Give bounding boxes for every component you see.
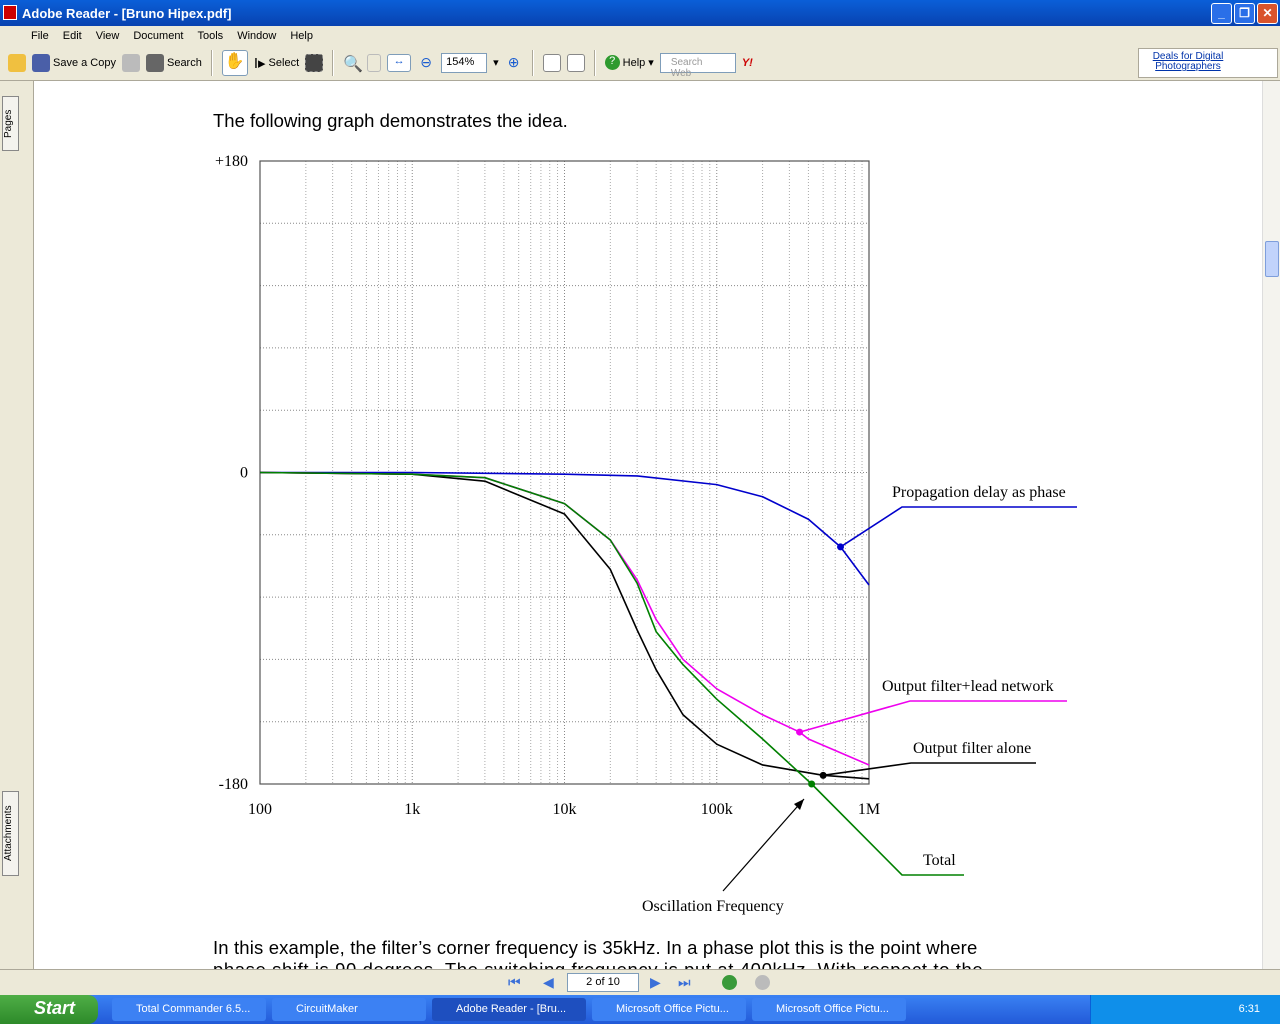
zoom-in-tool-icon[interactable]: 🔍	[343, 54, 363, 73]
menu-view[interactable]: View	[89, 30, 127, 42]
save-icon	[32, 53, 50, 72]
series-label-0: Propagation delay as phase	[892, 484, 1066, 501]
help-button[interactable]: ? Help ▾	[604, 55, 654, 70]
minimize-button[interactable]: _	[1211, 3, 1232, 24]
pages-tab[interactable]: Pages	[2, 96, 19, 151]
series-leader-line-1	[799, 700, 1067, 733]
search-button[interactable]: Search	[145, 53, 202, 72]
close-button[interactable]: ✕	[1257, 3, 1278, 24]
taskbar: Start Total Commander 6.5... CircuitMake…	[0, 995, 1280, 1024]
zoom-level-input[interactable]: 154%	[441, 52, 488, 73]
scrollbar-thumb[interactable]	[1265, 241, 1279, 277]
toolbar: Save a Copy Search ✋ I▸ Select 🔍 ↔ ⊖ 154%…	[0, 45, 1280, 81]
menu-bar: File Edit View Document Tools Window Hel…	[0, 26, 1280, 45]
previous-page-icon[interactable]: ◀	[543, 974, 554, 991]
open-folder-icon[interactable]	[8, 53, 26, 72]
menu-tools[interactable]: Tools	[191, 30, 231, 42]
separator	[531, 49, 534, 76]
yahoo-icon[interactable]: Y!	[742, 57, 753, 69]
text-cursor-icon: I▸	[253, 54, 266, 72]
print-icon[interactable]	[121, 53, 140, 72]
x-tick-label: 100	[248, 801, 272, 818]
restore-button[interactable]: ❐	[1234, 3, 1255, 24]
binoculars-icon	[145, 53, 164, 72]
task-circuitmaker[interactable]: CircuitMaker	[272, 998, 426, 1021]
fit-width-icon[interactable]: ↔	[387, 53, 412, 72]
last-page-icon[interactable]: ⏭	[678, 974, 691, 991]
first-page-icon[interactable]: ⏮	[508, 974, 521, 991]
y-tick-label: -180	[219, 776, 248, 793]
save-copy-button[interactable]: Save a Copy	[32, 53, 116, 72]
menu-file[interactable]: File	[24, 30, 56, 42]
series-line-0	[260, 471, 870, 586]
y-tick-label: 0	[240, 465, 248, 482]
attachments-tab[interactable]: Attachments	[2, 791, 19, 876]
task-adobe-reader[interactable]: Adobe Reader - [Bru...	[432, 998, 586, 1021]
paragraph-line-1: In this example, the filter’s corner fre…	[213, 937, 978, 958]
zoom-in-icon[interactable]: ⊕	[505, 54, 523, 72]
annotation-arrow-line	[722, 798, 805, 892]
document-page: The following graph demonstrates the ide…	[34, 81, 1262, 969]
go-back-icon[interactable]	[722, 975, 737, 990]
y-tick-label: +180	[215, 153, 248, 170]
clock: 6:31	[1238, 1003, 1260, 1015]
task-total-commander[interactable]: Total Commander 6.5...	[112, 998, 266, 1021]
annotation-label: Oscillation Frequency	[642, 898, 784, 915]
go-forward-icon[interactable]	[755, 975, 770, 990]
series-label-1: Output filter+lead network	[882, 678, 1054, 695]
series-leader-line-2	[823, 762, 1036, 777]
zoom-out-icon[interactable]: ⊖	[417, 54, 435, 72]
separator	[210, 49, 213, 76]
hand-tool-icon[interactable]: ✋	[221, 49, 248, 76]
page-number-input[interactable]: 2 of 10	[567, 973, 639, 992]
series-label-3: Total	[923, 852, 956, 869]
separator	[593, 49, 596, 76]
adobe-reader-icon	[3, 5, 17, 20]
rotate-view-icon[interactable]	[542, 53, 561, 72]
series-line-1	[259, 471, 870, 766]
select-tool-button[interactable]: I▸ Select	[254, 54, 299, 72]
navigation-panel: Pages Attachments	[0, 81, 34, 969]
paragraph-line-2: phase shift is 90 degrees. The switching…	[213, 959, 983, 969]
start-button[interactable]: Start	[0, 995, 98, 1024]
search-web-input[interactable]: Search Web	[659, 52, 736, 79]
series-label-2: Output filter alone	[913, 740, 1031, 757]
status-bar: ⏮ ◀ 2 of 10 ▶ ⏭	[0, 969, 1280, 995]
x-tick-label: 1M	[858, 801, 880, 818]
help-icon: ?	[604, 55, 620, 70]
menu-help[interactable]: Help	[283, 30, 320, 42]
zoom-dropdown-icon[interactable]: ▾	[493, 56, 499, 69]
menu-edit[interactable]: Edit	[56, 30, 89, 42]
system-tray: 6:31	[1090, 995, 1280, 1024]
window-title: Adobe Reader - [Bruno Hipex.pdf]	[22, 5, 232, 21]
x-tick-label: 100k	[701, 801, 733, 818]
vertical-scrollbar[interactable]	[1262, 81, 1280, 969]
menu-window[interactable]: Window	[230, 30, 283, 42]
x-tick-label: 1k	[404, 801, 420, 818]
title-bar: Adobe Reader - [Bruno Hipex.pdf] _ ❐ ✕	[0, 0, 1280, 26]
series-line-3	[259, 471, 813, 785]
task-office-picture-2[interactable]: Microsoft Office Pictu...	[752, 998, 906, 1021]
fit-page-icon[interactable]	[367, 53, 382, 72]
menu-document[interactable]: Document	[126, 30, 190, 42]
task-office-picture-1[interactable]: Microsoft Office Pictu...	[592, 998, 746, 1021]
series-leader-line-0	[840, 506, 1077, 548]
separator	[332, 49, 335, 76]
next-page-icon[interactable]: ▶	[650, 974, 661, 991]
phase-chart: +180 0 -180100 1k 10k 100k 1M Propagation delay…	[215, 153, 1077, 915]
ad-banner[interactable]: Deals for Digital Photographers	[1138, 48, 1278, 78]
snapshot-icon[interactable]	[305, 53, 324, 72]
page-layout-icon[interactable]	[566, 53, 585, 72]
x-tick-label: 10k	[553, 801, 577, 818]
